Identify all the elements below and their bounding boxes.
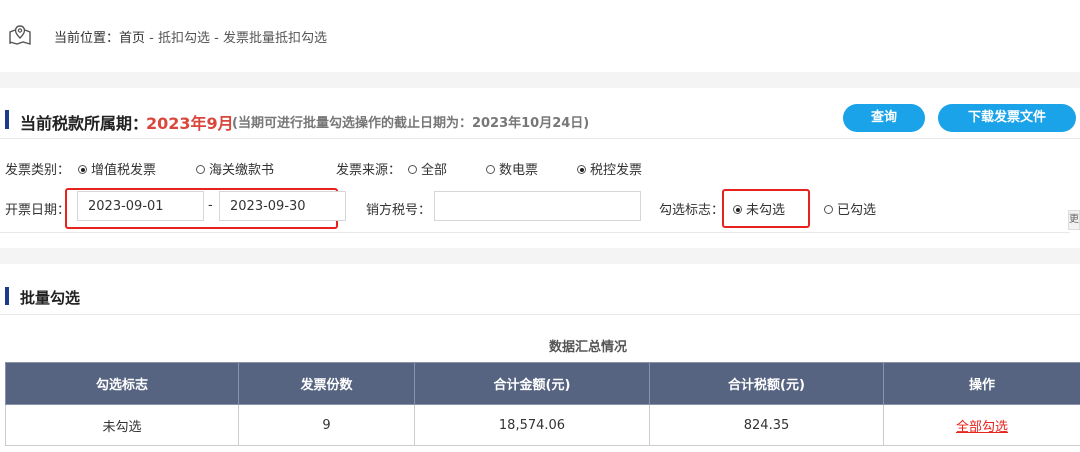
section-marker — [5, 287, 9, 305]
radio-unchecked-icon — [196, 165, 205, 174]
breadcrumb-home[interactable]: 首页 — [119, 31, 145, 46]
period-label: 当前税款所属期： — [20, 114, 149, 133]
column-header-action: 操作 — [883, 362, 1080, 405]
map-pin-icon — [9, 25, 31, 45]
divider — [0, 314, 1080, 315]
seller-tax-id-input[interactable] — [434, 191, 641, 221]
breadcrumb-deduction[interactable]: 抵扣勾选 — [158, 31, 210, 46]
cell-total-amount: 18,574.06 — [414, 404, 650, 446]
radio-source-digital[interactable]: 数电票 — [486, 159, 538, 178]
section-gap — [0, 248, 1080, 264]
check-flag-label: 勾选标志： — [659, 203, 725, 218]
table-header-row: 勾选标志 发票份数 合计金额(元) 合计税额(元) 操作 — [5, 362, 1080, 405]
query-button[interactable]: 查询 — [843, 104, 925, 132]
radio-source-taxcontrol[interactable]: 税控发票 — [577, 159, 642, 178]
radio-checked-flag[interactable]: 已勾选 — [824, 199, 876, 218]
date-to-input[interactable] — [219, 191, 346, 221]
radio-source-all[interactable]: 全部 — [408, 159, 447, 178]
radio-vat-invoice-label: 增值税发票 — [91, 163, 157, 178]
column-header-check-flag: 勾选标志 — [5, 362, 239, 405]
radio-source-taxcontrol-label: 税控发票 — [590, 163, 643, 178]
radio-checked-flag-label: 已勾选 — [837, 203, 877, 218]
radio-unchecked-icon — [408, 165, 417, 174]
cell-invoice-count: 9 — [238, 404, 415, 446]
breadcrumb-current: 发票批量抵扣勾选 — [222, 31, 327, 46]
batch-section-title: 批量勾选 — [20, 289, 81, 307]
seller-tax-id-label: 销方税号： — [366, 203, 432, 218]
title-marker — [5, 110, 9, 129]
column-header-invoice-count: 发票份数 — [238, 362, 415, 405]
radio-customs-payment[interactable]: 海关缴款书 — [196, 159, 274, 178]
breadcrumb-prefix: 当前位置： — [54, 31, 120, 46]
radio-source-digital-label: 数电票 — [499, 163, 539, 178]
select-all-link[interactable]: 全部勾选 — [956, 420, 1008, 435]
download-invoice-file-button[interactable]: 下载发票文件 — [938, 104, 1076, 132]
date-range-separator: - — [208, 198, 213, 213]
breadcrumb-separator: - — [210, 31, 223, 46]
summary-table: 勾选标志 发票份数 合计金额(元) 合计税额(元) 操作 未勾选 9 18,57… — [5, 362, 1080, 446]
radio-checked-icon — [733, 205, 742, 214]
radio-source-all-label: 全部 — [421, 163, 448, 178]
section-gap — [0, 72, 1080, 88]
cell-check-flag: 未勾选 — [5, 404, 239, 446]
radio-unchecked-flag[interactable]: 未勾选 — [733, 199, 785, 218]
divider — [0, 138, 1080, 139]
radio-vat-invoice[interactable]: 增值税发票 — [78, 159, 156, 178]
radio-customs-payment-label: 海关缴款书 — [209, 163, 275, 178]
divider — [0, 232, 1070, 233]
date-from-input[interactable] — [77, 191, 204, 221]
summary-title: 数据汇总情况 — [549, 340, 628, 355]
invoice-source-label: 发票来源： — [336, 163, 402, 178]
period-deadline-note: (当期可进行批量勾选操作的截止日期为：2023年10月24日) — [232, 116, 590, 131]
radio-unchecked-flag-label: 未勾选 — [746, 203, 786, 218]
period-value: 2023年9月 — [146, 114, 234, 133]
invoice-date-label: 开票日期： — [5, 203, 71, 218]
column-header-total-amount: 合计金额(元) — [414, 362, 650, 405]
radio-checked-icon — [577, 165, 586, 174]
column-header-total-tax: 合计税额(元) — [649, 362, 884, 405]
more-options-tab[interactable]: 更 — [1068, 210, 1080, 230]
radio-unchecked-icon — [824, 205, 833, 214]
table-row: 未勾选 9 18,574.06 824.35 全部勾选 — [5, 404, 1080, 446]
breadcrumb-separator: - — [145, 31, 158, 46]
radio-checked-icon — [78, 165, 87, 174]
cell-action: 全部勾选 — [883, 404, 1080, 446]
radio-unchecked-icon — [486, 165, 495, 174]
cell-total-tax: 824.35 — [649, 404, 884, 446]
invoice-type-label: 发票类别： — [5, 163, 71, 178]
breadcrumb: 当前位置：首页 - 抵扣勾选 - 发票批量抵扣勾选 — [54, 27, 327, 46]
